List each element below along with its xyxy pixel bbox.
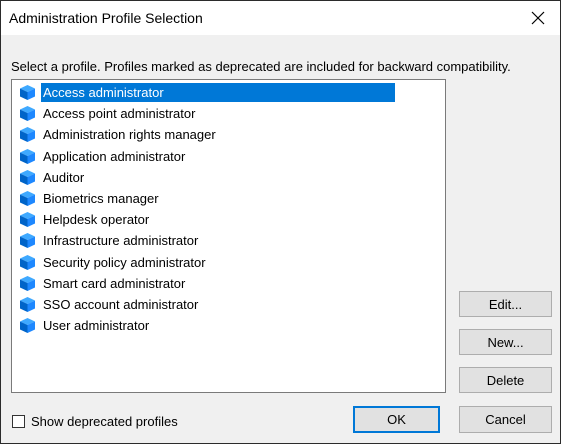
profile-label: Security policy administrator [43,254,206,270]
close-icon [531,11,544,25]
profile-list-item[interactable]: Helpdesk operator [12,209,442,230]
profile-cube-icon [19,232,36,249]
show-deprecated-label[interactable]: Show deprecated profiles [31,414,178,429]
profile-list-item[interactable]: Biometrics manager [12,188,442,209]
profile-label: Access point administrator [43,106,196,122]
profile-list-item[interactable]: Infrastructure administrator [12,230,442,251]
show-deprecated-checkbox[interactable] [12,415,25,428]
profile-cube-icon [19,105,36,122]
profile-cube-icon [19,84,36,101]
profile-label: Helpdesk operator [43,212,150,228]
profile-list-item[interactable]: Security policy administrator [12,252,442,273]
profile-cube-icon [19,296,36,313]
profile-cube-icon [19,148,36,165]
profile-list-item[interactable]: User administrator [12,315,442,336]
ok-button[interactable]: OK [353,406,440,433]
delete-button[interactable]: Delete [459,367,552,393]
profile-list[interactable]: Access administrator Access point adminis… [11,79,446,393]
edit-button[interactable]: Edit... [459,291,552,317]
profile-label: Biometrics manager [43,191,159,206]
profile-list-item[interactable]: Application administrator [12,146,442,167]
profile-list-item[interactable]: Smart card administrator [12,273,442,294]
profile-list-item[interactable]: SSO account administrator [12,294,442,315]
profile-cube-icon [19,190,36,207]
profile-cube-icon [19,211,36,228]
profile-cube-icon [19,126,36,143]
profile-list-item[interactable]: Administration rights manager [12,124,442,145]
profile-cube-icon [19,317,36,334]
dialog-window: Administration Profile Selection Select … [0,0,561,444]
window-title: Administration Profile Selection [9,10,203,26]
profile-label: Access administrator [41,83,395,102]
profile-cube-icon [19,169,36,186]
close-button[interactable] [515,1,560,35]
profile-label: Infrastructure administrator [43,233,199,249]
title-bar: Administration Profile Selection [1,1,560,35]
profile-list-item[interactable]: Auditor [12,167,442,188]
profile-label: Administration rights manager [43,127,216,143]
cancel-button[interactable]: Cancel [459,406,552,433]
new-button[interactable]: New... [459,329,552,355]
profile-label: SSO account administrator [43,297,199,312]
profile-label: Application administrator [43,148,186,164]
profile-list-item[interactable]: Access point administrator [12,103,442,124]
profile-cube-icon [19,254,36,271]
profile-label: Auditor [43,169,85,185]
profile-cube-icon [19,275,36,292]
profile-label: User administrator [43,318,150,334]
profile-label: Smart card administrator [43,275,186,291]
profile-list-item[interactable]: Access administrator [12,82,442,103]
instruction-text: Select a profile. Profiles marked as dep… [11,59,511,74]
